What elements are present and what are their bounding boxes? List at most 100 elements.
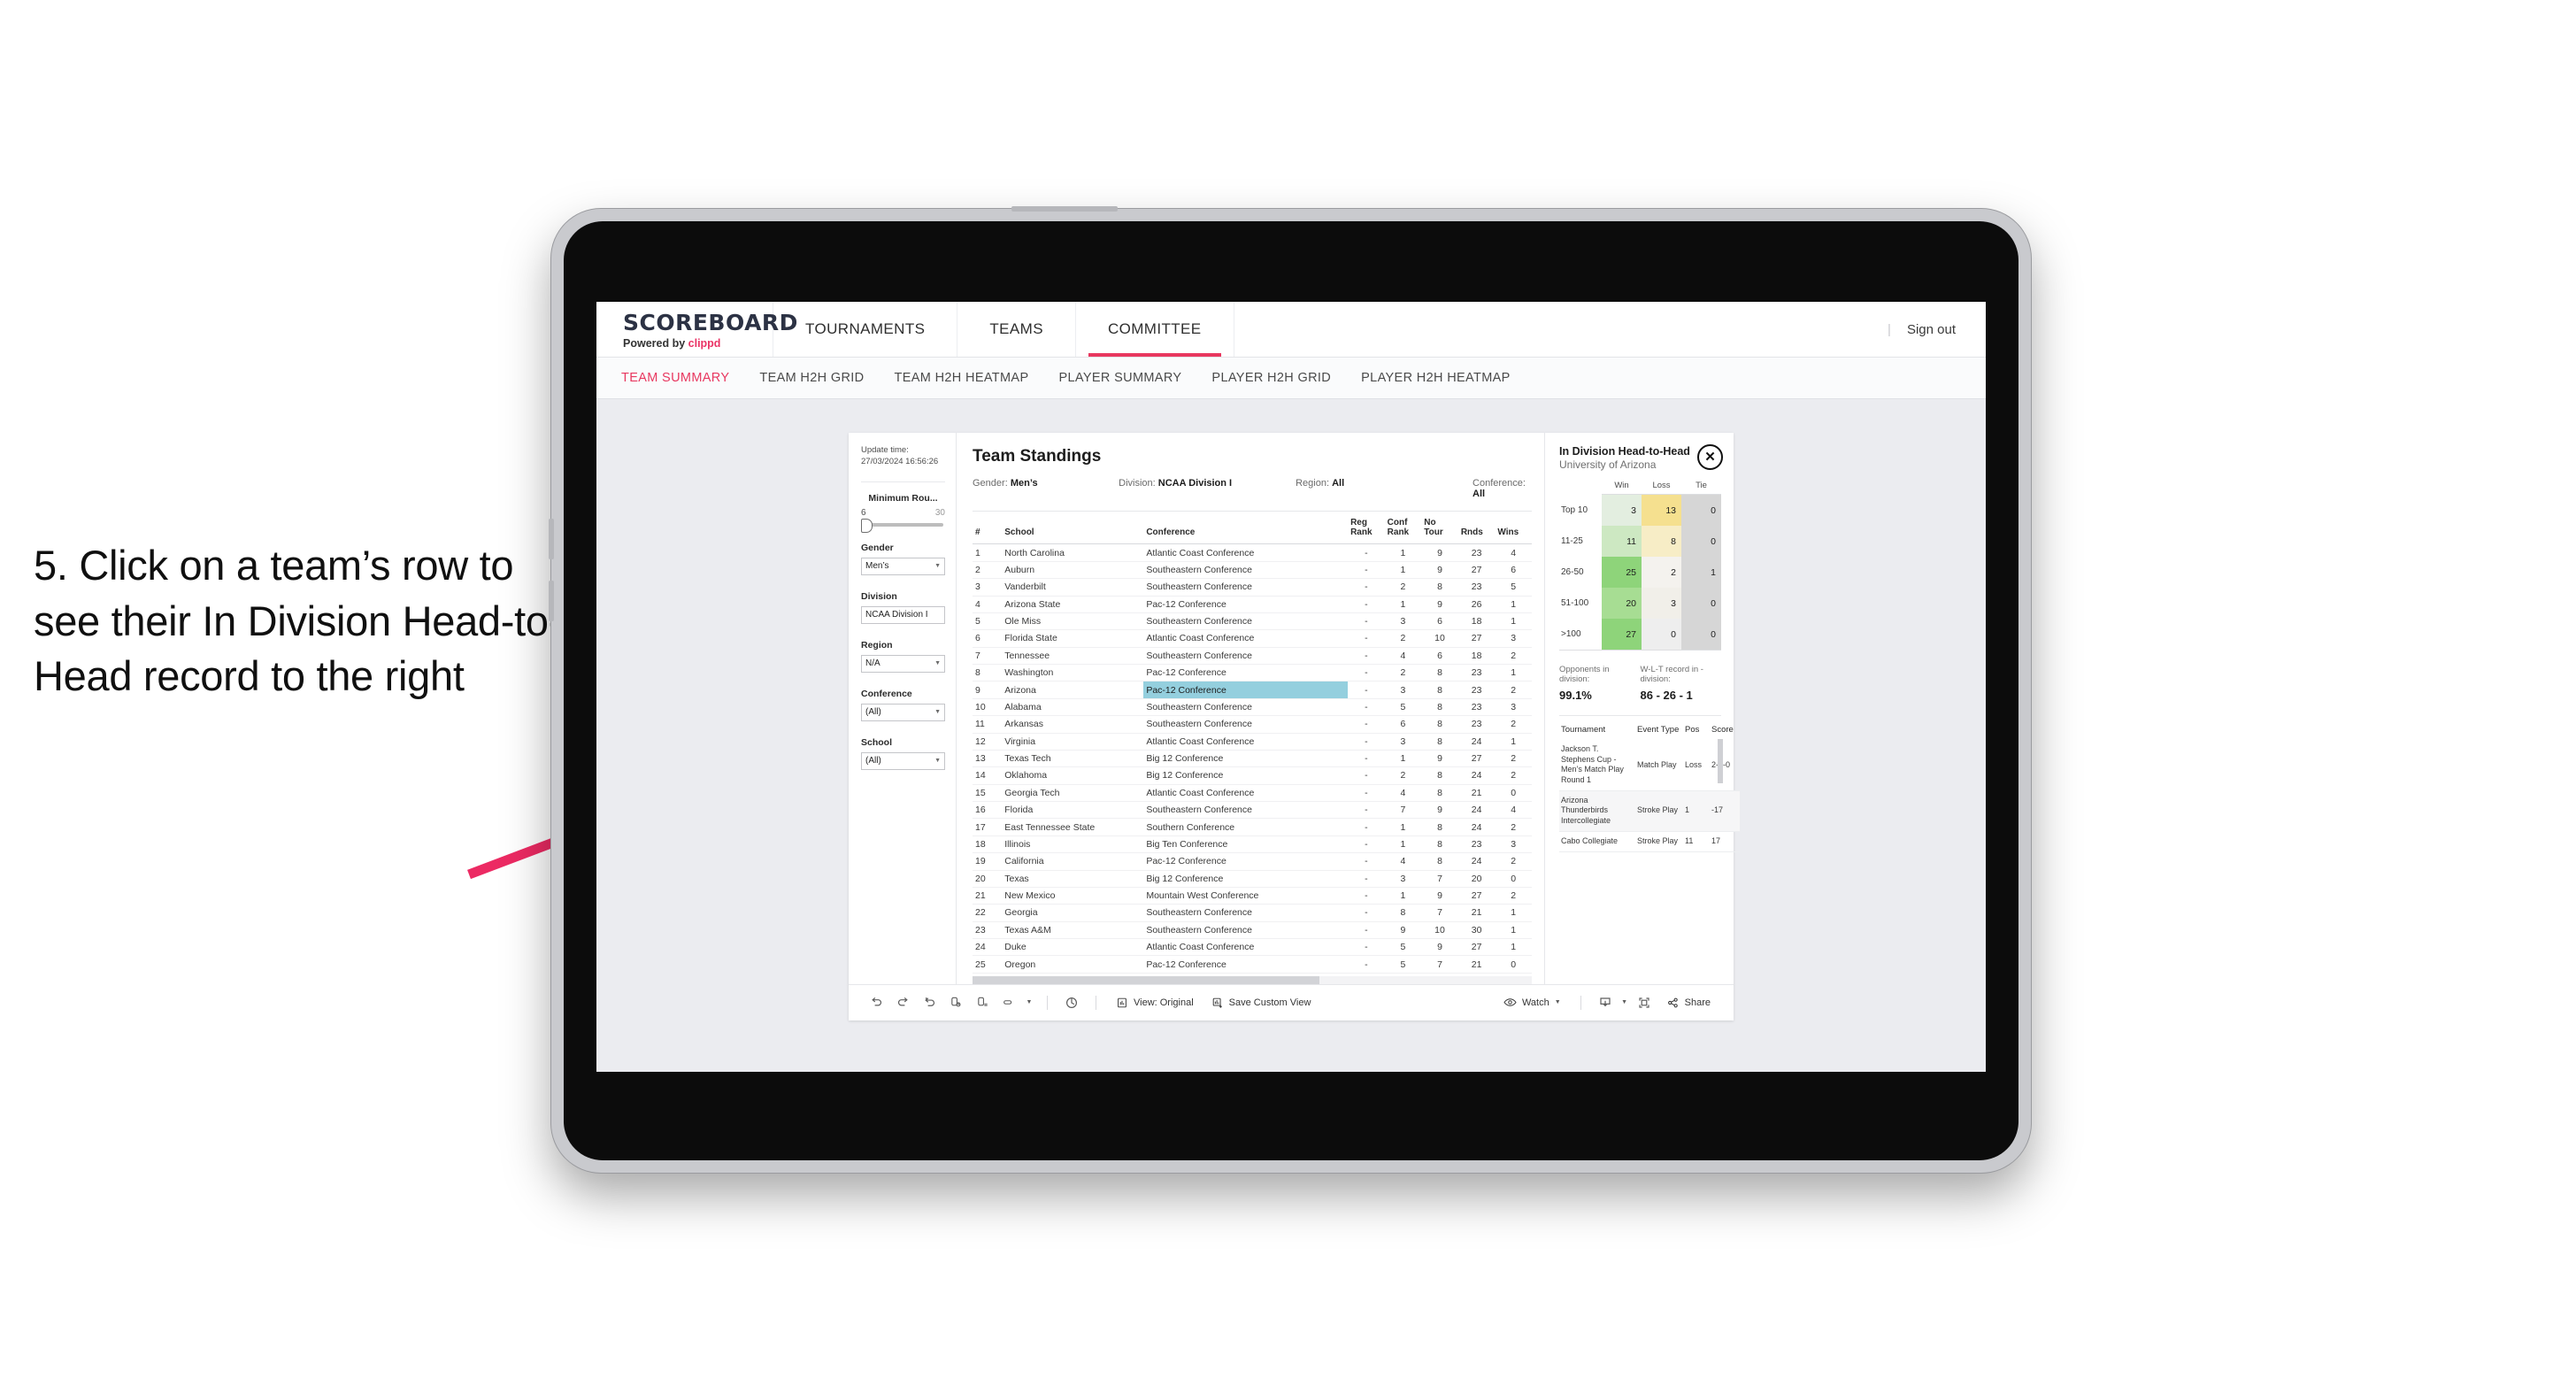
standings-col-reg-rank[interactable]: Reg Rank: [1348, 512, 1385, 545]
table-row[interactable]: 7 Tennessee Southeastern Conference -4 6 18 2: [973, 647, 1532, 666]
list-item[interactable]: Arizona Thunderbirds Intercollegiate Stro…: [1559, 790, 1740, 832]
standings-col-rnds[interactable]: Rnds: [1457, 512, 1496, 545]
standings-col-no-tour[interactable]: No Tour: [1421, 512, 1458, 545]
standings-cell: 8: [1421, 664, 1458, 682]
standings-header-row: # School Conference Reg Rank Conf Rank No Tour Rn…: [973, 512, 1532, 545]
close-icon[interactable]: ✕: [1697, 444, 1723, 470]
standings-cell: Southeastern Conference: [1143, 647, 1349, 666]
standings-cell: Arkansas: [1002, 715, 1144, 734]
share-button[interactable]: Share: [1657, 997, 1719, 1009]
table-row[interactable]: 18 Illinois Big Ten Conference -1 8 23 3: [973, 835, 1532, 854]
table-row[interactable]: 24 Duke Atlantic Coast Conference -5 9 27 1: [973, 938, 1532, 957]
standings-meta: Gender: Men’s Division: NCAA Division I …: [973, 478, 1532, 512]
tournament-table: Tournament Event Type Pos Score Jackson T. …: [1559, 722, 1740, 852]
undo-icon[interactable]: [863, 991, 889, 1014]
conference-select[interactable]: (All) ▼: [861, 703, 945, 721]
brand-logo[interactable]: SCOREBOARD Powered by clippd: [596, 302, 797, 357]
table-row[interactable]: 20 Texas Big 12 Conference -3 7 20 0: [973, 870, 1532, 888]
table-row[interactable]: 12 Virginia Atlantic Coast Conference -3 8 24…: [973, 733, 1532, 751]
refresh-data-icon[interactable]: [942, 991, 969, 1014]
nav-teams[interactable]: TEAMS: [957, 302, 1076, 357]
table-row[interactable]: 25 Oregon Pac-12 Conference -5 7 21 0: [973, 955, 1532, 974]
matrix-cell-loss: 0: [1642, 619, 1681, 651]
standings-col-conf-rank[interactable]: Conf Rank: [1384, 512, 1422, 545]
alerts-icon[interactable]: [1058, 991, 1085, 1014]
table-row[interactable]: 19 California Pac-12 Conference -4 8 24 2: [973, 852, 1532, 871]
table-row[interactable]: 8 Washington Pac-12 Conference -2 8 23 1: [973, 664, 1532, 682]
highlight-icon[interactable]: [996, 991, 1022, 1014]
list-item[interactable]: Jackson T. Stephens Cup - Men’s Match Pl…: [1559, 740, 1740, 791]
watch-button[interactable]: Watch ▼: [1495, 997, 1570, 1008]
list-item[interactable]: Cabo Collegiate Stroke Play 11 17: [1559, 831, 1740, 852]
save-custom-view-button[interactable]: Save Custom View: [1203, 997, 1320, 1009]
minimum-rounds-slider[interactable]: [861, 518, 943, 533]
table-row[interactable]: 11 Arkansas Southeastern Conference -6 8 23 2: [973, 715, 1532, 734]
tab-player-summary[interactable]: PLAYER SUMMARY: [1058, 371, 1181, 385]
brand-tagline: Powered by clippd: [623, 337, 773, 350]
table-row[interactable]: 9 Arizona Pac-12 Conference -3 8 23 2: [973, 681, 1532, 699]
table-row[interactable]: 16 Florida Southeastern Conference -7 9 24 4: [973, 801, 1532, 820]
revert-icon[interactable]: [916, 991, 942, 1014]
table-row[interactable]: 21 New Mexico Mountain West Conference -1 9 2…: [973, 887, 1532, 905]
standings-col-conference[interactable]: Conference: [1143, 512, 1349, 545]
tab-player-h2h-grid[interactable]: PLAYER H2H GRID: [1211, 371, 1331, 385]
slider-handle[interactable]: [861, 518, 873, 533]
gender-select[interactable]: Men’s ▼: [861, 557, 945, 575]
chevron-down-icon[interactable]: ▼: [1022, 991, 1036, 1014]
standings-cell: 5: [1495, 578, 1532, 597]
horizontal-scrollbar[interactable]: [973, 975, 1532, 984]
tab-player-h2h-heatmap[interactable]: PLAYER H2H HEATMAP: [1361, 371, 1511, 385]
standings-cell: Florida: [1002, 801, 1144, 820]
division-select[interactable]: NCAA Division I: [861, 605, 945, 624]
tab-team-summary[interactable]: TEAM SUMMARY: [621, 371, 729, 385]
sign-out-link[interactable]: Sign out: [1907, 322, 1956, 337]
table-row[interactable]: 17 East Tennessee State Southern Conferenc…: [973, 818, 1532, 836]
standings-cell: -: [1348, 801, 1385, 820]
redo-icon[interactable]: [889, 991, 916, 1014]
filter-divider: [861, 481, 945, 482]
standings-cell: -: [1348, 852, 1385, 871]
standings-cell: -: [1348, 578, 1385, 597]
nav-committee[interactable]: COMMITTEE: [1076, 302, 1234, 357]
standings-cell: 1: [1384, 887, 1422, 905]
table-row[interactable]: 5 Ole Miss Southeastern Conference -3 6 18 1: [973, 612, 1532, 631]
update-time-value: 27/03/2024 16:56:26: [861, 456, 939, 466]
standings-cell: Southern Conference: [1143, 818, 1349, 836]
download-icon[interactable]: [1592, 991, 1619, 1014]
standings-col-[interactable]: #: [973, 512, 1003, 545]
filter-division: Division NCAA Division I: [861, 591, 945, 624]
standings-cell: 2: [1384, 578, 1422, 597]
table-row[interactable]: 23 Texas A&M Southeastern Conference -9 10 30…: [973, 921, 1532, 940]
pause-icon[interactable]: [969, 991, 996, 1014]
scrollbar-thumb[interactable]: [973, 975, 1319, 984]
table-row[interactable]: 10 Alabama Southeastern Conference -5 8 23 3: [973, 698, 1532, 717]
table-row[interactable]: 13 Texas Tech Big 12 Conference -1 9 27 2: [973, 750, 1532, 768]
gender-label: Gender: [861, 542, 894, 553]
table-row[interactable]: 22 Georgia Southeastern Conference -8 7 21 1: [973, 904, 1532, 922]
tournament-scrollbar[interactable]: [1718, 739, 1723, 783]
fullscreen-icon[interactable]: [1631, 991, 1657, 1014]
standings-cell: 2: [1495, 647, 1532, 666]
tab-team-h2h-heatmap[interactable]: TEAM H2H HEATMAP: [895, 371, 1029, 385]
chevron-down-icon[interactable]: ▼: [1619, 991, 1631, 1014]
nav-tournaments[interactable]: TOURNAMENTS: [773, 302, 958, 357]
standings-cell: -: [1348, 750, 1385, 768]
table-row[interactable]: 15 Georgia Tech Atlantic Coast Conference -…: [973, 784, 1532, 803]
tab-team-h2h-grid[interactable]: TEAM H2H GRID: [759, 371, 864, 385]
table-row[interactable]: 4 Arizona State Pac-12 Conference -1 9 26 1: [973, 596, 1532, 613]
standings-cell: -: [1348, 543, 1385, 562]
standings-col-school[interactable]: School: [1002, 512, 1144, 545]
head-to-head-panel: In Division Head-to-Head University of A…: [1544, 433, 1740, 984]
table-row[interactable]: 3 Vanderbilt Southeastern Conference -2 8 23 5: [973, 578, 1532, 597]
table-row[interactable]: 6 Florida State Atlantic Coast Conference -…: [973, 629, 1532, 648]
standings-col-wins[interactable]: Wins: [1495, 512, 1532, 545]
standings-cell: Southeastern Conference: [1143, 698, 1349, 717]
region-select[interactable]: N/A ▼: [861, 654, 945, 673]
view-original-button[interactable]: View: Original: [1107, 997, 1203, 1009]
table-row[interactable]: 14 Oklahoma Big 12 Conference -2 8 24 2: [973, 766, 1532, 785]
table-row[interactable]: 1 North Carolina Atlantic Coast Conference…: [973, 543, 1532, 562]
school-select[interactable]: (All) ▼: [861, 751, 945, 770]
dashboard-card: Update time: 27/03/2024 16:56:26 Minimum…: [849, 433, 1740, 1020]
table-row[interactable]: 2 Auburn Southeastern Conference -1 9 27 6: [973, 561, 1532, 580]
standings-cell: 6: [1495, 561, 1532, 580]
